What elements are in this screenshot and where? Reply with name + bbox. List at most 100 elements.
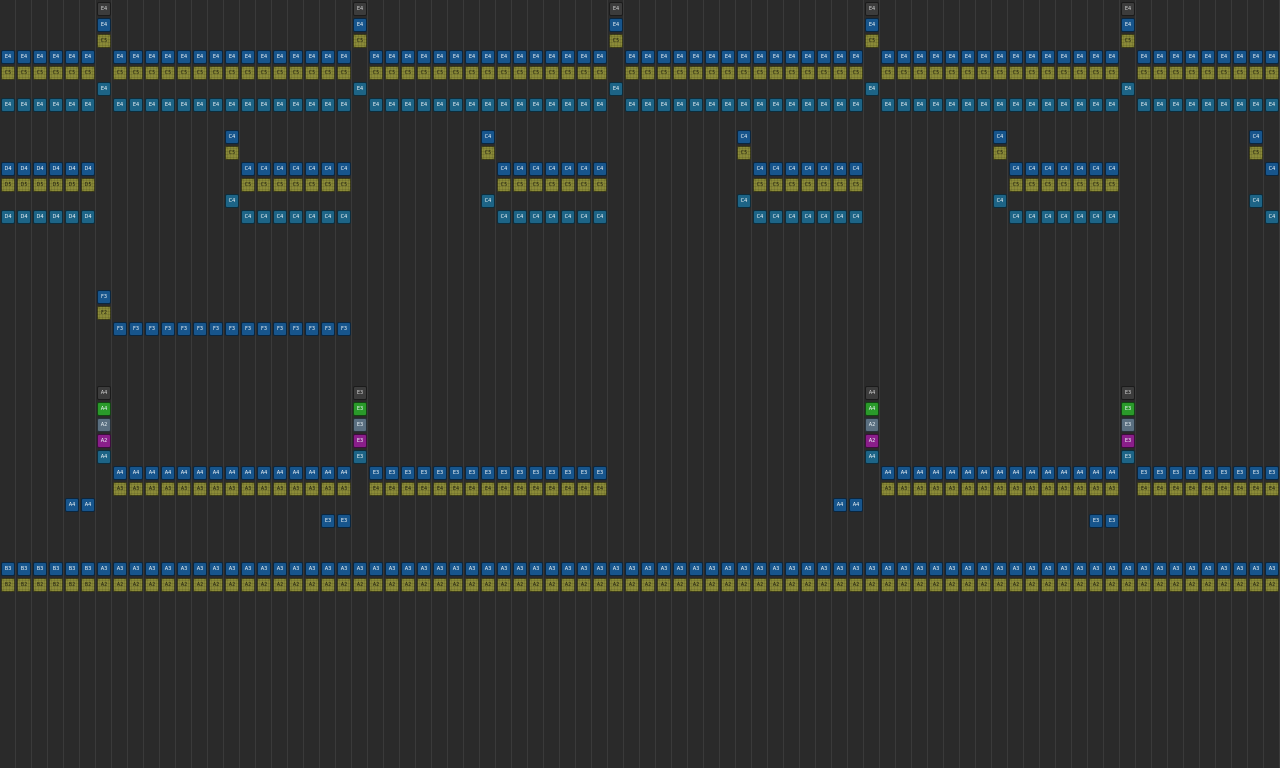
note-e3[interactable]: E3: [401, 466, 415, 480]
note-a3[interactable]: A3: [353, 562, 367, 576]
note-c5[interactable]: C5: [1265, 66, 1279, 80]
note-c5[interactable]: C5: [257, 178, 271, 192]
note-a3[interactable]: A3: [1089, 562, 1103, 576]
note-f2[interactable]: F2: [97, 306, 111, 320]
note-c4[interactable]: C4: [321, 162, 335, 176]
note-e4[interactable]: E4: [1057, 98, 1071, 112]
note-c5[interactable]: C5: [769, 66, 783, 80]
note-e4[interactable]: E4: [241, 98, 255, 112]
note-b2[interactable]: B2: [65, 578, 79, 592]
note-c5[interactable]: C5: [241, 178, 255, 192]
note-e4[interactable]: E4: [113, 50, 127, 64]
note-a2[interactable]: A2: [1265, 578, 1279, 592]
note-e4[interactable]: E4: [545, 50, 559, 64]
note-c4[interactable]: C4: [1249, 130, 1263, 144]
note-d4[interactable]: D4: [49, 162, 63, 176]
note-e4[interactable]: E4: [481, 50, 495, 64]
note-a3[interactable]: A3: [257, 482, 271, 496]
note-a3[interactable]: A3: [177, 482, 191, 496]
note-a3[interactable]: A3: [993, 482, 1007, 496]
note-c5[interactable]: C5: [481, 66, 495, 80]
note-a2[interactable]: A2: [705, 578, 719, 592]
note-e3[interactable]: E3: [1121, 450, 1135, 464]
note-e4[interactable]: E4: [1153, 50, 1167, 64]
note-e3[interactable]: E3: [321, 514, 335, 528]
note-a4[interactable]: A4: [209, 466, 223, 480]
note-e3[interactable]: E3: [1265, 466, 1279, 480]
note-a3[interactable]: A3: [1105, 562, 1119, 576]
note-e4[interactable]: E4: [1137, 50, 1151, 64]
note-a2[interactable]: A2: [225, 578, 239, 592]
note-a3[interactable]: A3: [1153, 562, 1167, 576]
note-e4[interactable]: E4: [97, 2, 111, 16]
note-e4[interactable]: E4: [529, 50, 543, 64]
note-e4[interactable]: E4: [177, 50, 191, 64]
note-a4[interactable]: A4: [1041, 466, 1055, 480]
note-c4[interactable]: C4: [529, 210, 543, 224]
note-d4[interactable]: D4: [65, 210, 79, 224]
note-a3[interactable]: A3: [305, 562, 319, 576]
note-a3[interactable]: A3: [273, 562, 287, 576]
note-e4[interactable]: E4: [961, 50, 975, 64]
note-c5[interactable]: C5: [529, 178, 543, 192]
note-c4[interactable]: C4: [321, 210, 335, 224]
note-a3[interactable]: A3: [513, 562, 527, 576]
note-c4[interactable]: C4: [801, 210, 815, 224]
note-e3[interactable]: E3: [481, 466, 495, 480]
note-c5[interactable]: C5: [1249, 66, 1263, 80]
note-c4[interactable]: C4: [1073, 210, 1087, 224]
note-c5[interactable]: C5: [817, 66, 831, 80]
note-e4[interactable]: E4: [49, 50, 63, 64]
note-e4[interactable]: E4: [209, 50, 223, 64]
note-e4[interactable]: E4: [1089, 50, 1103, 64]
note-c5[interactable]: C5: [81, 66, 95, 80]
note-c5[interactable]: C5: [65, 66, 79, 80]
note-a2[interactable]: A2: [1057, 578, 1071, 592]
note-a3[interactable]: A3: [769, 562, 783, 576]
note-c5[interactable]: C5: [929, 66, 943, 80]
note-c4[interactable]: C4: [1089, 162, 1103, 176]
note-a2[interactable]: A2: [449, 578, 463, 592]
note-e4[interactable]: E4: [769, 98, 783, 112]
note-c5[interactable]: C5: [257, 66, 271, 80]
note-a2[interactable]: A2: [177, 578, 191, 592]
note-a3[interactable]: A3: [689, 562, 703, 576]
note-e4[interactable]: E4: [241, 50, 255, 64]
note-a3[interactable]: A3: [785, 562, 799, 576]
note-a3[interactable]: A3: [369, 562, 383, 576]
note-c5[interactable]: C5: [689, 66, 703, 80]
note-c4[interactable]: C4: [257, 162, 271, 176]
note-e3[interactable]: E3: [433, 466, 447, 480]
note-a2[interactable]: A2: [657, 578, 671, 592]
note-e4[interactable]: E4: [1201, 482, 1215, 496]
note-a3[interactable]: A3: [929, 562, 943, 576]
note-e4[interactable]: E4: [913, 98, 927, 112]
note-c5[interactable]: C5: [561, 178, 575, 192]
note-e4[interactable]: E4: [1169, 50, 1183, 64]
note-e4[interactable]: E4: [833, 50, 847, 64]
note-e4[interactable]: E4: [1265, 50, 1279, 64]
note-c5[interactable]: C5: [721, 66, 735, 80]
note-c5[interactable]: C5: [993, 66, 1007, 80]
note-c4[interactable]: C4: [849, 210, 863, 224]
note-c5[interactable]: C5: [369, 66, 383, 80]
note-c5[interactable]: C5: [545, 178, 559, 192]
note-e4[interactable]: E4: [993, 98, 1007, 112]
note-a4[interactable]: A4: [225, 466, 239, 480]
note-a2[interactable]: A2: [753, 578, 767, 592]
note-a2[interactable]: A2: [881, 578, 895, 592]
note-e3[interactable]: E3: [1105, 514, 1119, 528]
note-c5[interactable]: C5: [849, 178, 863, 192]
note-e4[interactable]: E4: [881, 98, 895, 112]
note-a2[interactable]: A2: [625, 578, 639, 592]
note-c5[interactable]: C5: [1009, 178, 1023, 192]
note-c4[interactable]: C4: [1265, 162, 1279, 176]
note-a4[interactable]: A4: [257, 466, 271, 480]
note-a3[interactable]: A3: [1009, 482, 1023, 496]
note-a4[interactable]: A4: [993, 466, 1007, 480]
note-c5[interactable]: C5: [337, 66, 351, 80]
note-d4[interactable]: D4: [33, 162, 47, 176]
note-c4[interactable]: C4: [529, 162, 543, 176]
note-e4[interactable]: E4: [353, 2, 367, 16]
note-c5[interactable]: C5: [1137, 66, 1151, 80]
